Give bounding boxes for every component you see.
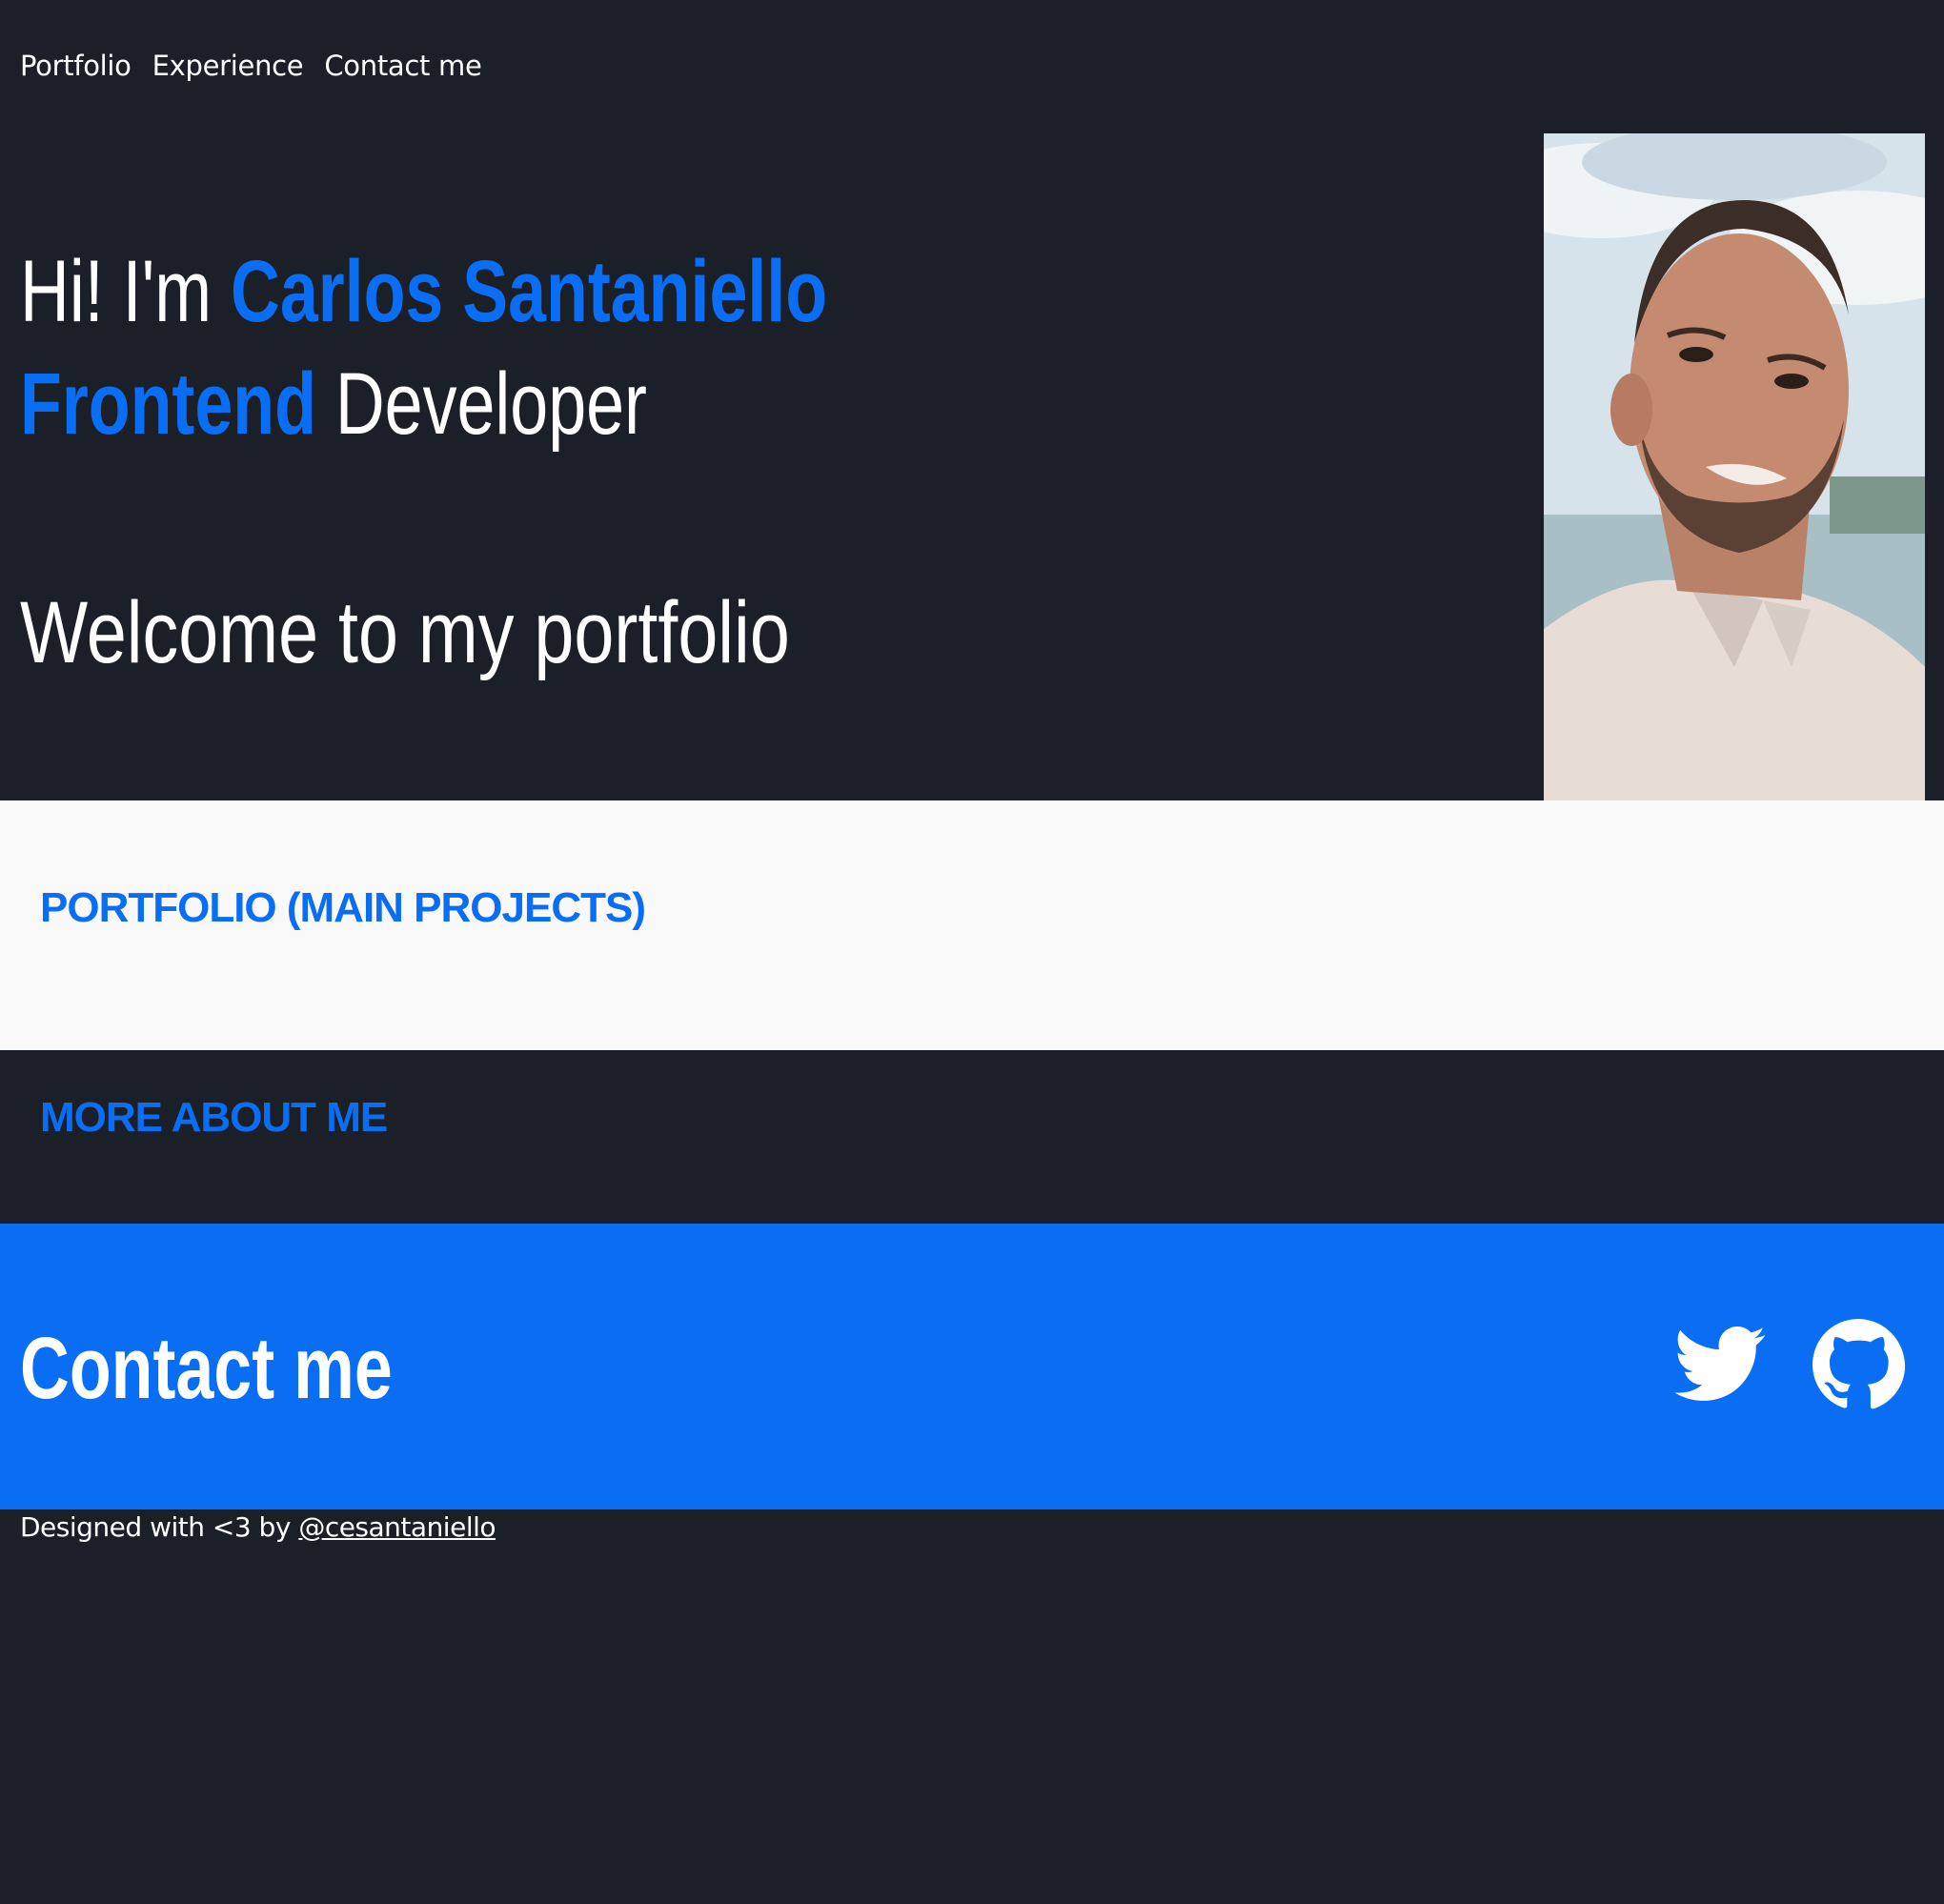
nav-item-contact[interactable]: Contact me	[324, 50, 481, 82]
role-accent: Frontend	[20, 355, 316, 453]
profile-photo	[1544, 133, 1925, 800]
hero-greeting: Hi! I'm Carlos Santaniello	[20, 242, 827, 342]
top-nav: Portfolio Experience Contact me	[20, 50, 482, 82]
about-section: MORE ABOUT ME	[0, 1050, 1944, 1224]
hero-name: Carlos Santaniello	[230, 243, 828, 340]
nav-item-portfolio[interactable]: Portfolio	[20, 50, 132, 82]
footer-handle-link[interactable]: @cesantaniello	[298, 1511, 496, 1543]
about-section-title: MORE ABOUT ME	[40, 1094, 388, 1141]
nav-item-experience[interactable]: Experience	[152, 50, 304, 82]
github-icon	[1812, 1319, 1906, 1409]
role-rest: Developer	[315, 355, 647, 453]
hero-role: Frontend Developer	[20, 354, 647, 455]
contact-title: Contact me	[20, 1320, 393, 1417]
footer: Designed with <3 by @cesantaniello	[20, 1511, 496, 1543]
twitter-link[interactable]	[1670, 1315, 1769, 1414]
welcome-heading: Welcome to my portfolio	[20, 584, 790, 681]
portfolio-section: PORTFOLIO (MAIN PROJECTS)	[0, 800, 1944, 1050]
twitter-icon	[1673, 1327, 1766, 1401]
footer-text: Designed with <3 by	[20, 1511, 299, 1543]
portfolio-section-title: PORTFOLIO (MAIN PROJECTS)	[40, 884, 646, 931]
github-link[interactable]	[1809, 1315, 1908, 1414]
contact-section: Contact me	[0, 1224, 1944, 1509]
greeting-text: Hi! I'm	[20, 243, 231, 340]
